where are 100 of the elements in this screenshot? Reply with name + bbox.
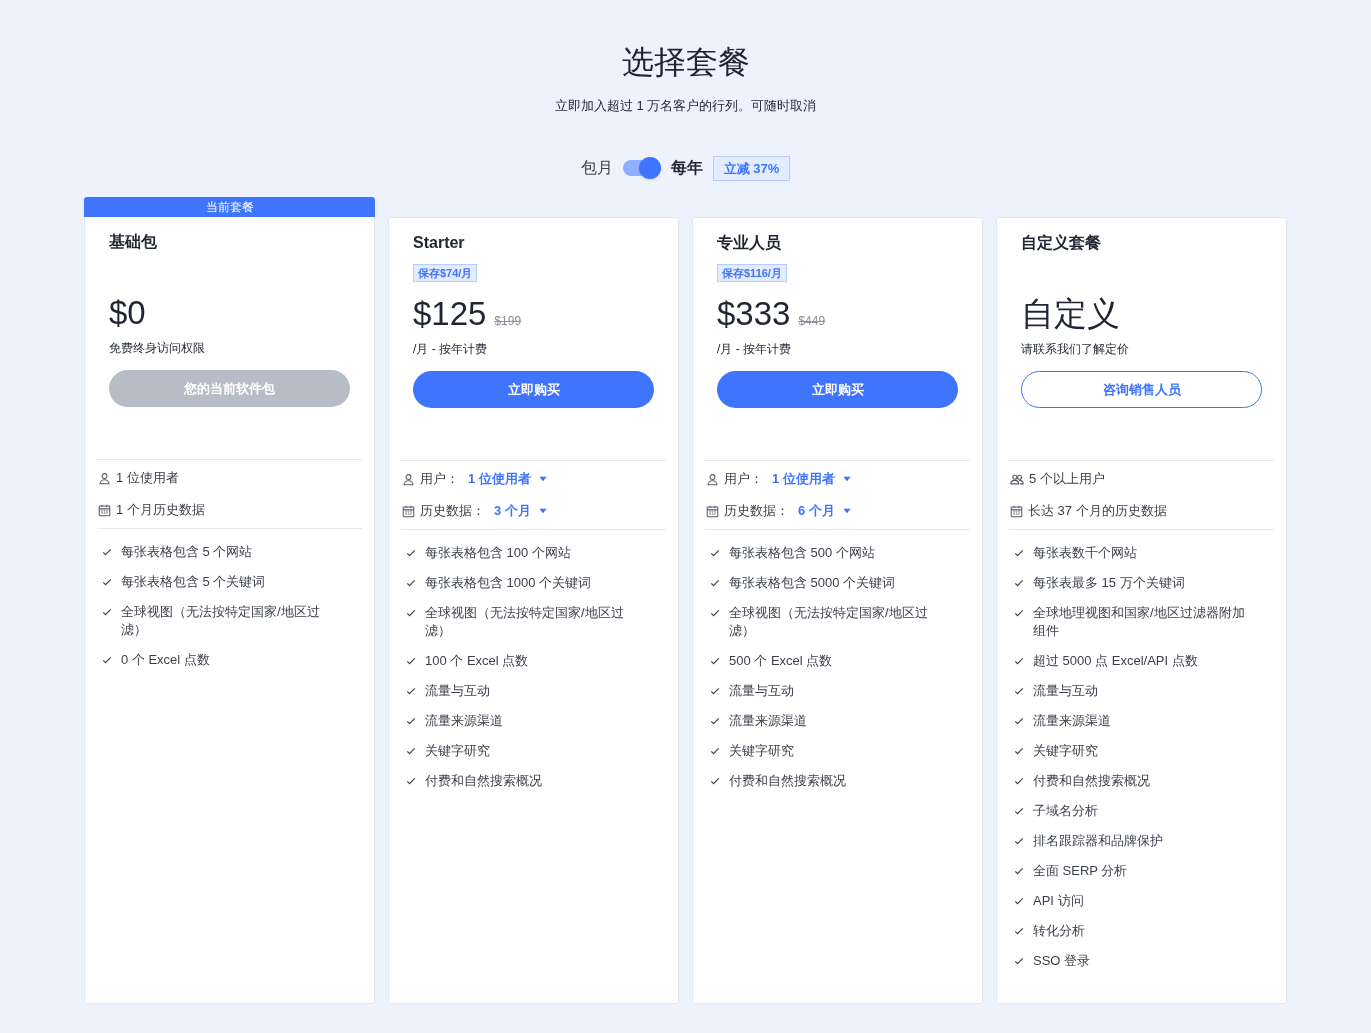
feature-text: 全球视图（无法按特定国家/地区过滤） xyxy=(425,604,625,640)
check-icon xyxy=(1013,835,1025,847)
feature-text: 超过 5000 点 Excel/API 点数 xyxy=(1033,652,1198,670)
feature-text: 流量与互动 xyxy=(729,682,794,700)
feature-text: SSO 登录 xyxy=(1033,952,1091,970)
check-icon xyxy=(1013,577,1025,589)
check-icon xyxy=(709,715,721,727)
calendar-icon xyxy=(98,503,111,517)
feature-text: 全球视图（无法按特定国家/地区过滤） xyxy=(729,604,929,640)
feature-text: 每张表格包含 5 个关键词 xyxy=(121,573,266,591)
feature-text: 子域名分析 xyxy=(1033,802,1098,820)
check-icon xyxy=(405,607,417,619)
check-icon xyxy=(101,576,113,588)
check-icon xyxy=(405,775,417,787)
check-icon xyxy=(709,775,721,787)
feature-text: 关键字研究 xyxy=(1033,742,1098,760)
monthly-label: 包月 xyxy=(580,158,613,179)
check-icon xyxy=(1013,805,1025,817)
price-note: /月 - 按年计费 xyxy=(413,341,488,358)
feature-text: 关键字研究 xyxy=(729,742,794,760)
price-note: 免费终身访问权限 xyxy=(109,340,206,357)
person-icon xyxy=(706,472,719,486)
users-dropdown[interactable]: 1 位使用者 xyxy=(772,469,853,489)
plan-name: 基础包 xyxy=(109,232,158,252)
check-icon xyxy=(709,547,721,559)
price-note: /月 - 按年计费 xyxy=(717,341,792,358)
feature-text: 流量来源渠道 xyxy=(1033,712,1111,730)
users-count: 1 位使用者 xyxy=(116,469,179,488)
original-price: $199 xyxy=(494,313,522,330)
current-plan-banner: 当前套餐 xyxy=(84,197,375,217)
feature-text: 流量与互动 xyxy=(425,682,490,700)
check-icon xyxy=(709,577,721,589)
history-label: 历史数据： xyxy=(724,502,789,521)
check-icon xyxy=(709,685,721,697)
check-icon xyxy=(1013,715,1025,727)
savings-badge: 保存$74/月 xyxy=(413,264,478,282)
page-subtitle: 立即加入超过 1 万名客户的行列。可随时取消 xyxy=(554,97,817,115)
feature-text: 每张表格包含 1000 个关键词 xyxy=(425,574,592,592)
check-icon xyxy=(1013,745,1025,757)
feature-text: 付费和自然搜索概况 xyxy=(1033,772,1150,790)
calendar-icon xyxy=(706,504,719,518)
price-note: 请联系我们了解定价 xyxy=(1021,341,1130,358)
users-dropdown[interactable]: 1 位使用者 xyxy=(468,469,549,489)
check-icon xyxy=(101,654,113,666)
check-icon xyxy=(709,655,721,667)
feature-text: 付费和自然搜索概况 xyxy=(425,772,542,790)
feature-text: 全球视图（无法按特定国家/地区过滤） xyxy=(121,603,321,639)
discount-badge: 立减 37% xyxy=(712,155,791,181)
feature-text: 排名跟踪器和品牌保护 xyxy=(1033,832,1163,850)
check-icon xyxy=(101,546,113,558)
check-icon xyxy=(1013,655,1025,667)
check-icon xyxy=(101,606,113,618)
feature-text: 每张表格包含 5000 个关键词 xyxy=(729,574,896,592)
check-icon xyxy=(1013,865,1025,877)
yearly-label: 每年 xyxy=(670,158,703,179)
check-icon xyxy=(1013,925,1025,937)
page-title: 选择套餐 xyxy=(621,43,750,82)
feature-text: 每张表格包含 5 个网站 xyxy=(121,543,253,561)
feature-text: 流量来源渠道 xyxy=(729,712,807,730)
check-icon xyxy=(1013,685,1025,697)
history-dropdown[interactable]: 6 个月 xyxy=(798,501,853,521)
plan-button[interactable]: 立即购买 xyxy=(413,371,654,408)
check-icon xyxy=(405,547,417,559)
plan-name: Starter xyxy=(413,233,466,253)
feature-text: 关键字研究 xyxy=(425,742,490,760)
history-dropdown[interactable]: 3 个月 xyxy=(494,501,549,521)
calendar-icon xyxy=(402,504,415,518)
person-icon xyxy=(402,472,415,486)
people-icon xyxy=(1010,472,1024,486)
feature-text: 500 个 Excel 点数 xyxy=(729,652,833,670)
feature-text: 转化分析 xyxy=(1033,922,1085,940)
check-icon xyxy=(1013,775,1025,787)
check-icon xyxy=(1013,955,1025,967)
check-icon xyxy=(405,685,417,697)
plan-name: 自定义套餐 xyxy=(1021,233,1102,253)
check-icon xyxy=(405,577,417,589)
feature-text: API 访问 xyxy=(1033,892,1084,910)
plan-button[interactable]: 咨询销售人员 xyxy=(1021,371,1262,408)
check-icon xyxy=(1013,607,1025,619)
plan-name: 专业人员 xyxy=(717,233,782,253)
check-icon xyxy=(405,745,417,757)
feature-text: 每张表数千个网站 xyxy=(1033,544,1137,562)
feature-text: 每张表格包含 500 个网站 xyxy=(729,544,875,562)
feature-text: 0 个 Excel 点数 xyxy=(121,651,210,669)
check-icon xyxy=(1013,895,1025,907)
feature-text: 每张表最多 15 万个关键词 xyxy=(1033,574,1185,592)
history-label: 历史数据： xyxy=(420,502,485,521)
calendar-icon xyxy=(1010,504,1023,518)
plan-button[interactable]: 立即购买 xyxy=(717,371,958,408)
users-label: 用户： xyxy=(724,470,763,489)
savings-badge: 保存$116/月 xyxy=(717,264,787,282)
billing-switch[interactable] xyxy=(622,157,661,180)
feature-text: 全面 SERP 分析 xyxy=(1033,862,1128,880)
feature-text: 流量与互动 xyxy=(1033,682,1098,700)
original-price: $449 xyxy=(798,313,826,330)
person-icon xyxy=(98,471,111,485)
check-icon xyxy=(405,655,417,667)
plan-price: $0 xyxy=(109,293,146,333)
users-label: 用户： xyxy=(420,470,459,489)
history-period: 1 个月历史数据 xyxy=(116,501,205,520)
